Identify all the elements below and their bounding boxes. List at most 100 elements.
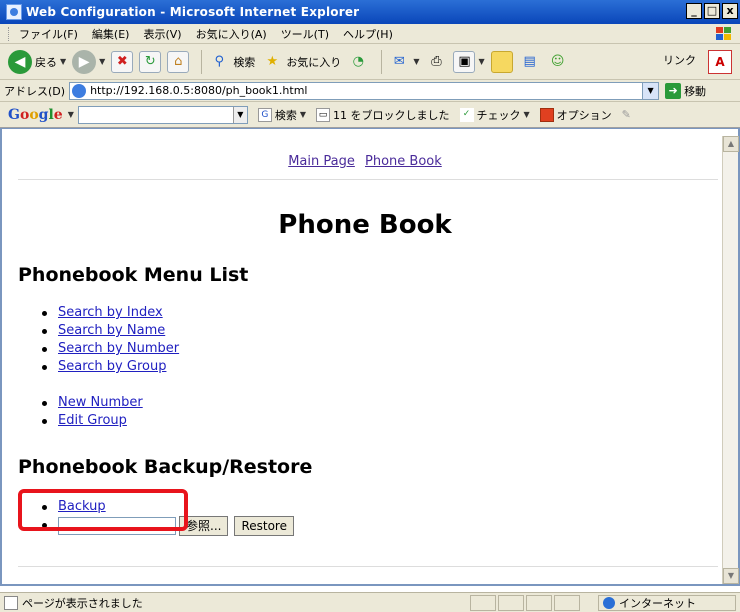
options-button[interactable]: オプション <box>539 107 612 123</box>
research-button[interactable]: ▤ <box>519 51 541 73</box>
pencil-icon[interactable]: ✎ <box>622 108 631 121</box>
messenger-icon: ☺ <box>550 54 565 69</box>
refresh-button[interactable]: ↻ <box>139 50 162 73</box>
edit-button[interactable]: ▣ ▼ <box>453 50 485 73</box>
links-label[interactable]: リンク <box>663 52 696 68</box>
security-zone: インターネット <box>598 595 736 611</box>
back-button[interactable]: ◀ 戻る ▼ <box>8 49 66 74</box>
status-panel <box>498 595 524 611</box>
google-toolbar: Google ▼ ▼ G 検索 ▼ ▭ 11 をブロックしました ✓ チェック … <box>0 102 740 128</box>
google-search-dropdown[interactable]: ▼ <box>300 110 306 119</box>
scroll-down-icon[interactable]: ▼ <box>723 568 739 584</box>
popup-blocker[interactable]: ▭ 11 をブロックしました <box>316 107 450 123</box>
restore-button[interactable]: Restore <box>234 516 294 536</box>
menu-view[interactable]: 表示(V) <box>143 26 181 42</box>
internet-globe-icon <box>603 597 615 609</box>
star-icon: ★ <box>266 54 279 69</box>
menu-tools[interactable]: ツール(T) <box>281 26 329 42</box>
stop-button[interactable]: ✖ <box>111 50 134 73</box>
home-button[interactable]: ⌂ <box>167 50 190 73</box>
google-letter: o <box>19 106 30 123</box>
list-item: Search by Index <box>38 304 722 322</box>
mail-dropdown-icon[interactable]: ▼ <box>413 57 419 66</box>
backup-link[interactable]: Backup <box>58 499 106 514</box>
google-letter: G <box>8 106 20 123</box>
page-loaded-icon <box>4 595 18 610</box>
google-g-icon: G <box>257 107 272 122</box>
address-input[interactable]: http://192.168.0.5:8080/ph_book1.html ▼ <box>69 81 660 100</box>
new-number-link[interactable]: New Number <box>58 395 143 410</box>
menu-file[interactable]: ファイル(F) <box>19 26 78 42</box>
back-dropdown-icon[interactable]: ▼ <box>60 57 66 66</box>
favorites-button[interactable]: ★ お気に入り <box>261 51 341 73</box>
status-text: ページが表示されました <box>22 596 143 610</box>
folder-icon <box>490 50 513 73</box>
zone-label: インターネット <box>619 597 696 610</box>
list-item: Backup <box>38 498 722 516</box>
ie-page-icon <box>72 83 87 98</box>
forward-dropdown-icon[interactable]: ▼ <box>99 57 105 66</box>
phone-book-link[interactable]: Phone Book <box>365 154 442 169</box>
google-search-input[interactable]: ▼ <box>77 105 248 124</box>
browse-button[interactable]: 参照... <box>179 516 229 536</box>
spell-check-button[interactable]: ✓ チェック ▼ <box>459 107 530 123</box>
address-url: http://192.168.0.5:8080/ph_book1.html <box>90 84 308 97</box>
status-panel <box>526 595 552 611</box>
menu-edit[interactable]: 編集(E) <box>92 26 130 42</box>
stop-icon: ✖ <box>111 50 134 73</box>
toolbar-separator <box>201 49 203 74</box>
backup-menu: Backup 参照... Restore <box>38 498 722 536</box>
bottom-divider <box>18 566 718 567</box>
go-button[interactable]: ➜ 移動 <box>665 82 707 99</box>
address-bar: アドレス(D) http://192.168.0.5:8080/ph_book1… <box>0 80 740 102</box>
vertical-scrollbar[interactable]: ▲ ▼ <box>722 136 739 584</box>
window-title: Web Configuration - Microsoft Internet E… <box>26 5 360 19</box>
menu-help[interactable]: ヘルプ(H) <box>343 26 393 42</box>
history-button[interactable]: ◔ <box>347 51 369 73</box>
discuss-button[interactable] <box>490 50 513 73</box>
google-dropdown-icon[interactable]: ▼ <box>68 110 74 119</box>
edit-dropdown-icon[interactable]: ▼ <box>478 57 484 66</box>
search-menu: Search by Index Search by Name Search by… <box>38 304 722 376</box>
edit-page-icon: ▣ <box>453 50 476 73</box>
status-panel <box>554 595 580 611</box>
standard-toolbar: ◀ 戻る ▼ ▶ ▼ ✖ ↻ ⌂ ⚲ 検索 ★ お気に入り ◔ ✉ ▼ ⎙ ▣ … <box>0 44 740 80</box>
top-divider <box>18 179 718 180</box>
go-arrow-icon: ➜ <box>665 82 682 99</box>
minimize-button[interactable]: _ <box>686 3 702 19</box>
forward-button[interactable]: ▶ ▼ <box>72 49 105 74</box>
search-by-group-link[interactable]: Search by Group <box>58 359 166 374</box>
google-logo[interactable]: Google <box>8 107 63 123</box>
close-button[interactable]: x <box>722 3 738 19</box>
list-item: New Number <box>38 394 722 412</box>
print-button[interactable]: ⎙ <box>425 51 447 73</box>
search-button[interactable]: ⚲ 検索 <box>208 51 256 73</box>
options-label: オプション <box>556 108 612 122</box>
main-page-link[interactable]: Main Page <box>288 154 355 169</box>
google-letter: e <box>53 106 63 123</box>
restore-file-input[interactable] <box>58 517 176 535</box>
edit-group-link[interactable]: Edit Group <box>58 413 127 428</box>
search-by-number-link[interactable]: Search by Number <box>58 341 179 356</box>
search-icon: ⚲ <box>214 54 225 69</box>
popup-blocked-icon: ▭ <box>316 107 331 122</box>
ie-window-icon <box>6 4 22 20</box>
pdf-icon[interactable]: A <box>708 50 732 74</box>
google-search-button[interactable]: G 検索 ▼ <box>257 107 306 123</box>
search-by-index-link[interactable]: Search by Index <box>58 305 163 320</box>
address-dropdown-icon[interactable]: ▼ <box>642 82 659 99</box>
menu-list-heading: Phonebook Menu List <box>18 264 249 286</box>
mail-button[interactable]: ✉ ▼ <box>388 51 420 73</box>
spell-check-icon: ✓ <box>459 107 474 122</box>
search-by-name-link[interactable]: Search by Name <box>58 323 165 338</box>
messenger-button[interactable]: ☺ <box>547 51 569 73</box>
go-label: 移動 <box>684 84 707 98</box>
google-letter: g <box>38 106 49 123</box>
spell-check-dropdown[interactable]: ▼ <box>524 110 530 119</box>
menu-favorites[interactable]: お気に入り(A) <box>196 26 267 42</box>
google-search-dropdown-icon[interactable]: ▼ <box>232 106 247 123</box>
back-label: 戻る <box>35 55 57 69</box>
edit-menu: New Number Edit Group <box>38 394 722 430</box>
maximize-button[interactable]: □ <box>704 3 720 19</box>
scroll-up-icon[interactable]: ▲ <box>723 136 739 152</box>
